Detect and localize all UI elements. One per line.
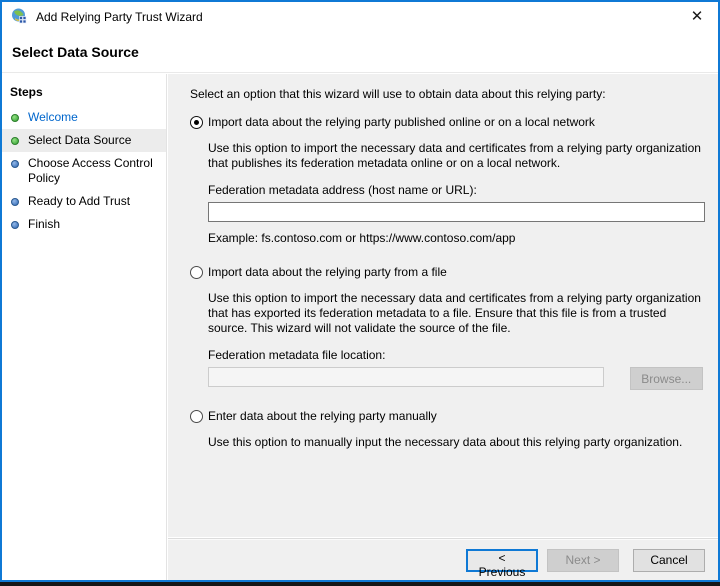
option-description: Use this option to import the necessary …: [208, 291, 701, 335]
sidebar-item-choose-access-control-policy[interactable]: Choose Access Control Policy: [2, 152, 166, 190]
option-import-online[interactable]: Import data about the relying party publ…: [190, 115, 703, 130]
sidebar-item-ready-to-add-trust[interactable]: Ready to Add Trust: [2, 190, 166, 213]
adfs-wizard-icon: [11, 8, 29, 26]
step-done-icon: [11, 137, 19, 145]
metadata-address-input[interactable]: [208, 202, 705, 222]
option-enter-manually[interactable]: Enter data about the relying party manua…: [190, 409, 703, 424]
sidebar-item-finish[interactable]: Finish: [2, 213, 166, 236]
metadata-file-input: [208, 367, 604, 387]
footer-bar: < Previous Next > Cancel: [168, 539, 718, 580]
option-label: Import data about the relying party from…: [208, 265, 447, 279]
browse-button: Browse...: [629, 367, 703, 390]
metadata-file-label: Federation metadata file location:: [208, 348, 386, 362]
option-label: Enter data about the relying party manua…: [208, 409, 437, 423]
instruction-text: Select an option that this wizard will u…: [190, 87, 606, 101]
radio-import-online[interactable]: [190, 116, 203, 129]
option-import-file[interactable]: Import data about the relying party from…: [190, 265, 703, 280]
page-title: Select Data Source: [2, 32, 718, 73]
file-location-row: Browse...: [190, 363, 703, 390]
close-button[interactable]: ✕: [680, 2, 714, 32]
option-description: Use this option to manually input the ne…: [208, 435, 683, 449]
option-description: Use this option to import the necessary …: [208, 141, 701, 170]
step-done-icon: [11, 114, 19, 122]
titlebar: Add Relying Party Trust Wizard ✕: [2, 2, 718, 32]
sidebar-item-select-data-source[interactable]: Select Data Source: [2, 129, 166, 152]
step-todo-icon: [11, 198, 19, 206]
wizard-window: Add Relying Party Trust Wizard ✕ Select …: [0, 0, 720, 582]
example-text: Example: fs.contoso.com or https://www.c…: [208, 231, 516, 245]
metadata-address-label: Federation metadata address (host name o…: [208, 183, 477, 197]
previous-button[interactable]: < Previous: [466, 548, 538, 579]
option-label: Import data about the relying party publ…: [208, 115, 595, 129]
radio-import-file[interactable]: [190, 266, 203, 279]
step-todo-icon: [11, 221, 19, 229]
radio-enter-manually[interactable]: [190, 410, 203, 423]
steps-sidebar: Steps Welcome Select Data Source Choose …: [2, 74, 167, 580]
cancel-button[interactable]: Cancel: [633, 548, 705, 572]
main-panel: Select an option that this wizard will u…: [168, 74, 718, 537]
next-button: Next >: [547, 548, 619, 572]
steps-heading: Steps: [10, 85, 43, 99]
window-title: Add Relying Party Trust Wizard: [36, 10, 203, 24]
sidebar-item-welcome[interactable]: Welcome: [2, 106, 166, 129]
step-todo-icon: [11, 160, 19, 168]
